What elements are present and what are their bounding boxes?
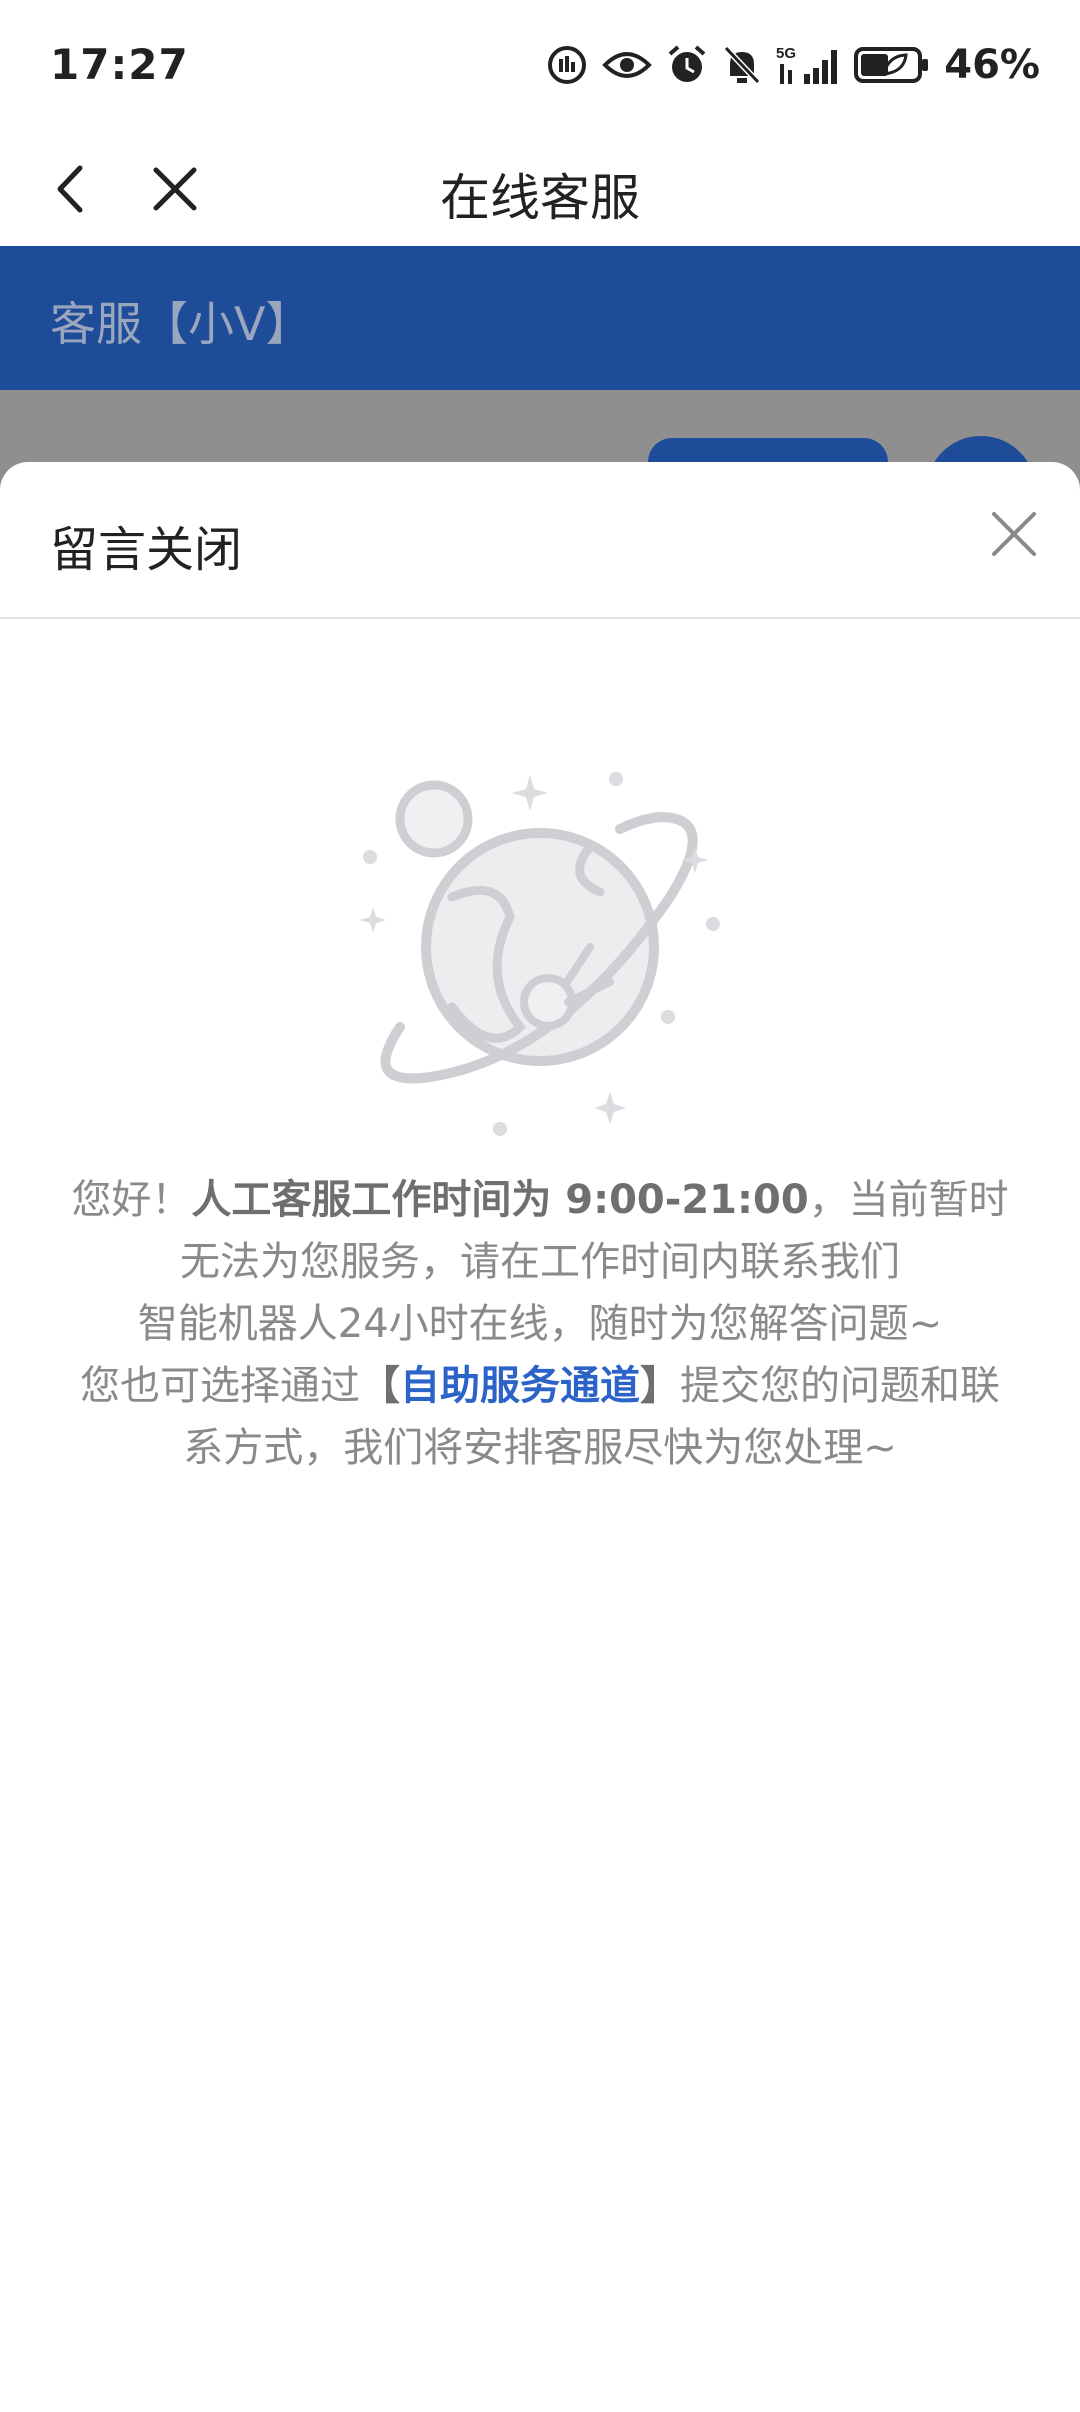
message-line-4-pre: 您也可选择通过 xyxy=(80,1363,360,1409)
message-line-3: 智能机器人24小时在线，随时为您解答问题~ xyxy=(137,1301,943,1347)
data-saver-icon xyxy=(546,44,588,86)
working-hours-text: 人工客服工作时间为 9:00-21:00 xyxy=(191,1177,809,1223)
eye-icon xyxy=(602,47,653,83)
battery-percentage: 46% xyxy=(944,42,1040,88)
page-title: 在线客服 xyxy=(440,169,640,227)
greeting-text: 您好！ xyxy=(71,1177,192,1223)
self-service-link[interactable]: 自助服务通道 xyxy=(400,1363,640,1409)
screen: 17:27 5G 46% 在线客服 客服【小V】 留言关闭 您好！人工客服工作时… xyxy=(0,0,1080,2412)
sheet-title: 留言关闭 xyxy=(50,522,243,578)
bracket-close: 】 xyxy=(640,1363,680,1409)
message-line-1: 您好！人工客服工作时间为 9:00-21:00，当前暂时 xyxy=(40,1169,1040,1231)
sheet-header: 留言关闭 xyxy=(0,462,1080,619)
svg-text:5G: 5G xyxy=(776,45,796,62)
status-bar: 17:27 5G 46% xyxy=(0,0,1080,130)
message-line-4: 您也可选择通过【自助服务通道】提交您的问题和联 xyxy=(40,1355,1040,1417)
agent-header: 客服【小V】 xyxy=(0,246,1080,390)
message-line-4-post: 提交您的问题和联 xyxy=(680,1363,1000,1409)
status-icons: 5G 46% xyxy=(546,40,1040,90)
message-line-1-rest: ，当前暂时 xyxy=(808,1177,1009,1223)
alarm-icon xyxy=(666,44,708,86)
battery-leaf-icon xyxy=(854,46,930,84)
bottom-sheet: 留言关闭 您好！人工客服工作时间为 9:00-21:00，当前暂时 无法为您服务… xyxy=(0,462,1080,2412)
nav-bar: 在线客服 xyxy=(0,130,1080,246)
close-icon[interactable] xyxy=(984,504,1044,564)
bell-muted-icon xyxy=(722,44,762,86)
message-line-5: 系方式，我们将安排客服尽快为您处理~ xyxy=(183,1425,897,1471)
agent-name: 客服【小V】 xyxy=(50,297,312,351)
service-closed-message: 您好！人工客服工作时间为 9:00-21:00，当前暂时 无法为您服务，请在工作… xyxy=(40,1169,1040,1479)
message-line-2: 无法为您服务，请在工作时间内联系我们 xyxy=(180,1239,900,1285)
planet-empty-state-icon xyxy=(340,757,740,1137)
bracket-open: 【 xyxy=(360,1363,400,1409)
signal-5g-icon: 5G xyxy=(776,44,840,86)
status-time: 17:27 xyxy=(50,40,189,89)
